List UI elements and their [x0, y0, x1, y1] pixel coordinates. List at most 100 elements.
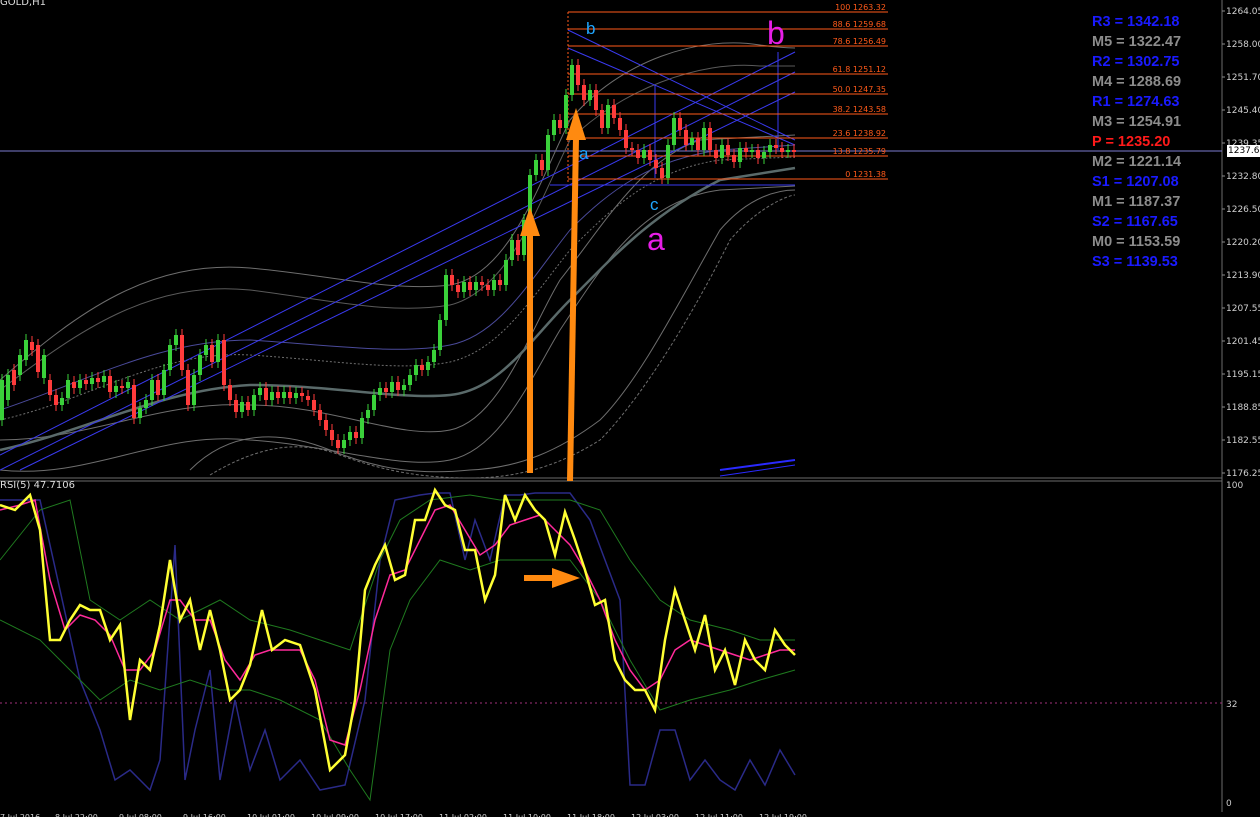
candle-body: [90, 378, 94, 384]
candle-body: [498, 280, 502, 285]
candle-body: [456, 285, 460, 292]
rsi-indicator-title: RSI(5) 47.7106: [0, 480, 75, 491]
price-axis-label: 1207.55: [1226, 304, 1260, 314]
window-title: GOLD,H1: [0, 0, 46, 8]
wave-label-a-small: a: [579, 144, 589, 163]
fib-level-label: 100 1263.32: [835, 3, 886, 12]
candle-body: [192, 375, 196, 405]
candle-body: [162, 370, 166, 395]
candle-body: [138, 408, 142, 418]
candle-body: [450, 275, 454, 285]
candle-body: [312, 400, 316, 410]
pivot-level: S1 = 1207.08: [1092, 174, 1179, 190]
candle-body: [108, 376, 112, 392]
candle-body: [576, 65, 580, 85]
chart-canvas[interactable]: 1264.051258.001251.701245.401239.351232.…: [0, 0, 1260, 817]
pivot-level: S2 = 1167.65: [1092, 214, 1178, 230]
pivot-levels-panel: R3 = 1342.18 M5 = 1322.47 R2 = 1302.75 M4 =…: [1092, 12, 1196, 272]
candle-body: [126, 382, 130, 388]
candle-body: [210, 345, 214, 362]
candle-body: [516, 240, 520, 255]
price-axis: 1264.051258.001251.701245.401239.351232.…: [1222, 7, 1260, 479]
candle-body: [240, 402, 244, 412]
candle-body: [768, 145, 772, 152]
candle-body: [252, 395, 256, 410]
candle-body: [258, 388, 262, 395]
candle-body: [486, 285, 490, 290]
price-axis-label: 1182.55: [1226, 436, 1260, 446]
candle-body: [222, 340, 226, 385]
candle-body: [6, 375, 10, 400]
time-axis-label: 10 Jul 17:00: [375, 813, 423, 817]
time-axis-label: 11 Jul 02:00: [439, 813, 487, 817]
candle-body: [666, 145, 670, 178]
rsi-pane[interactable]: 100 32 0: [0, 481, 1243, 809]
candle-body: [186, 370, 190, 405]
time-axis: 7 Jul 2016 8 Jul 22:00 9 Jul 08:00 9 Jul 16…: [0, 813, 807, 817]
candle-body: [168, 345, 172, 370]
candle-body: [234, 400, 238, 412]
candle-body: [336, 440, 340, 448]
candle-body: [288, 392, 292, 398]
candle-body: [102, 376, 106, 382]
candle-body: [204, 345, 208, 355]
pivot-level: M3 = 1254.91: [1092, 114, 1182, 130]
candle-body: [744, 148, 748, 152]
candle-body: [414, 365, 418, 375]
candle-body: [696, 138, 700, 150]
candle-body: [330, 430, 334, 440]
candle-body: [216, 340, 220, 362]
pivot-level: R1 = 1274.63: [1092, 94, 1180, 110]
candle-body: [600, 110, 604, 128]
candle-body: [648, 150, 652, 160]
candle-body: [444, 275, 448, 320]
candle-body: [384, 388, 388, 392]
candle-body: [720, 145, 724, 158]
candle-body: [582, 85, 586, 100]
candle-body: [462, 282, 466, 292]
fib-level-label: 88.6 1259.68: [833, 20, 886, 29]
candle-body: [180, 335, 184, 370]
candle-body: [708, 128, 712, 150]
main-pane[interactable]: [0, 0, 1223, 812]
price-axis-label: 1232.80: [1226, 172, 1260, 182]
candle-body: [276, 392, 280, 398]
time-axis-label: 10 Jul 09:00: [311, 813, 359, 817]
candle-body: [402, 385, 406, 390]
price-axis-label: 1251.70: [1226, 73, 1260, 83]
candle-body: [480, 282, 484, 285]
current-price-tag: 1237.61: [1227, 145, 1260, 157]
candle-body: [306, 396, 310, 400]
pivot-level: M5 = 1322.47: [1092, 34, 1182, 50]
price-axis-label: 1226.50: [1226, 205, 1260, 215]
candle-body: [198, 355, 202, 375]
candle-body: [594, 90, 598, 110]
pivot-level: R2 = 1302.75: [1092, 54, 1180, 70]
candle-body: [60, 398, 64, 405]
candle-body: [354, 432, 358, 438]
candle-body: [672, 118, 676, 145]
candle-body: [228, 385, 232, 400]
candle-body: [246, 402, 250, 410]
candle-body: [24, 340, 28, 360]
candle-body: [702, 128, 706, 150]
candle-body: [48, 380, 52, 395]
candle-body: [390, 382, 394, 392]
candle-body: [432, 350, 436, 362]
time-axis-label: 9 Jul 08:00: [119, 813, 162, 817]
rsi-signal-line: [0, 499, 795, 746]
candle-body: [774, 145, 778, 148]
candle-body: [756, 150, 760, 158]
candle-body: [300, 393, 304, 396]
time-axis-label: 7 Jul 2016: [0, 813, 40, 817]
price-axis-label: 1264.05: [1226, 7, 1260, 17]
candle-body: [738, 148, 742, 162]
fib-level-label: 61.8 1251.12: [833, 65, 886, 74]
candle-body: [372, 395, 376, 410]
candle-body: [324, 420, 328, 430]
candle-body: [36, 345, 40, 372]
candle-body: [156, 380, 160, 395]
candle-body: [732, 155, 736, 162]
candle-body: [132, 385, 136, 418]
candle-body: [612, 105, 616, 118]
